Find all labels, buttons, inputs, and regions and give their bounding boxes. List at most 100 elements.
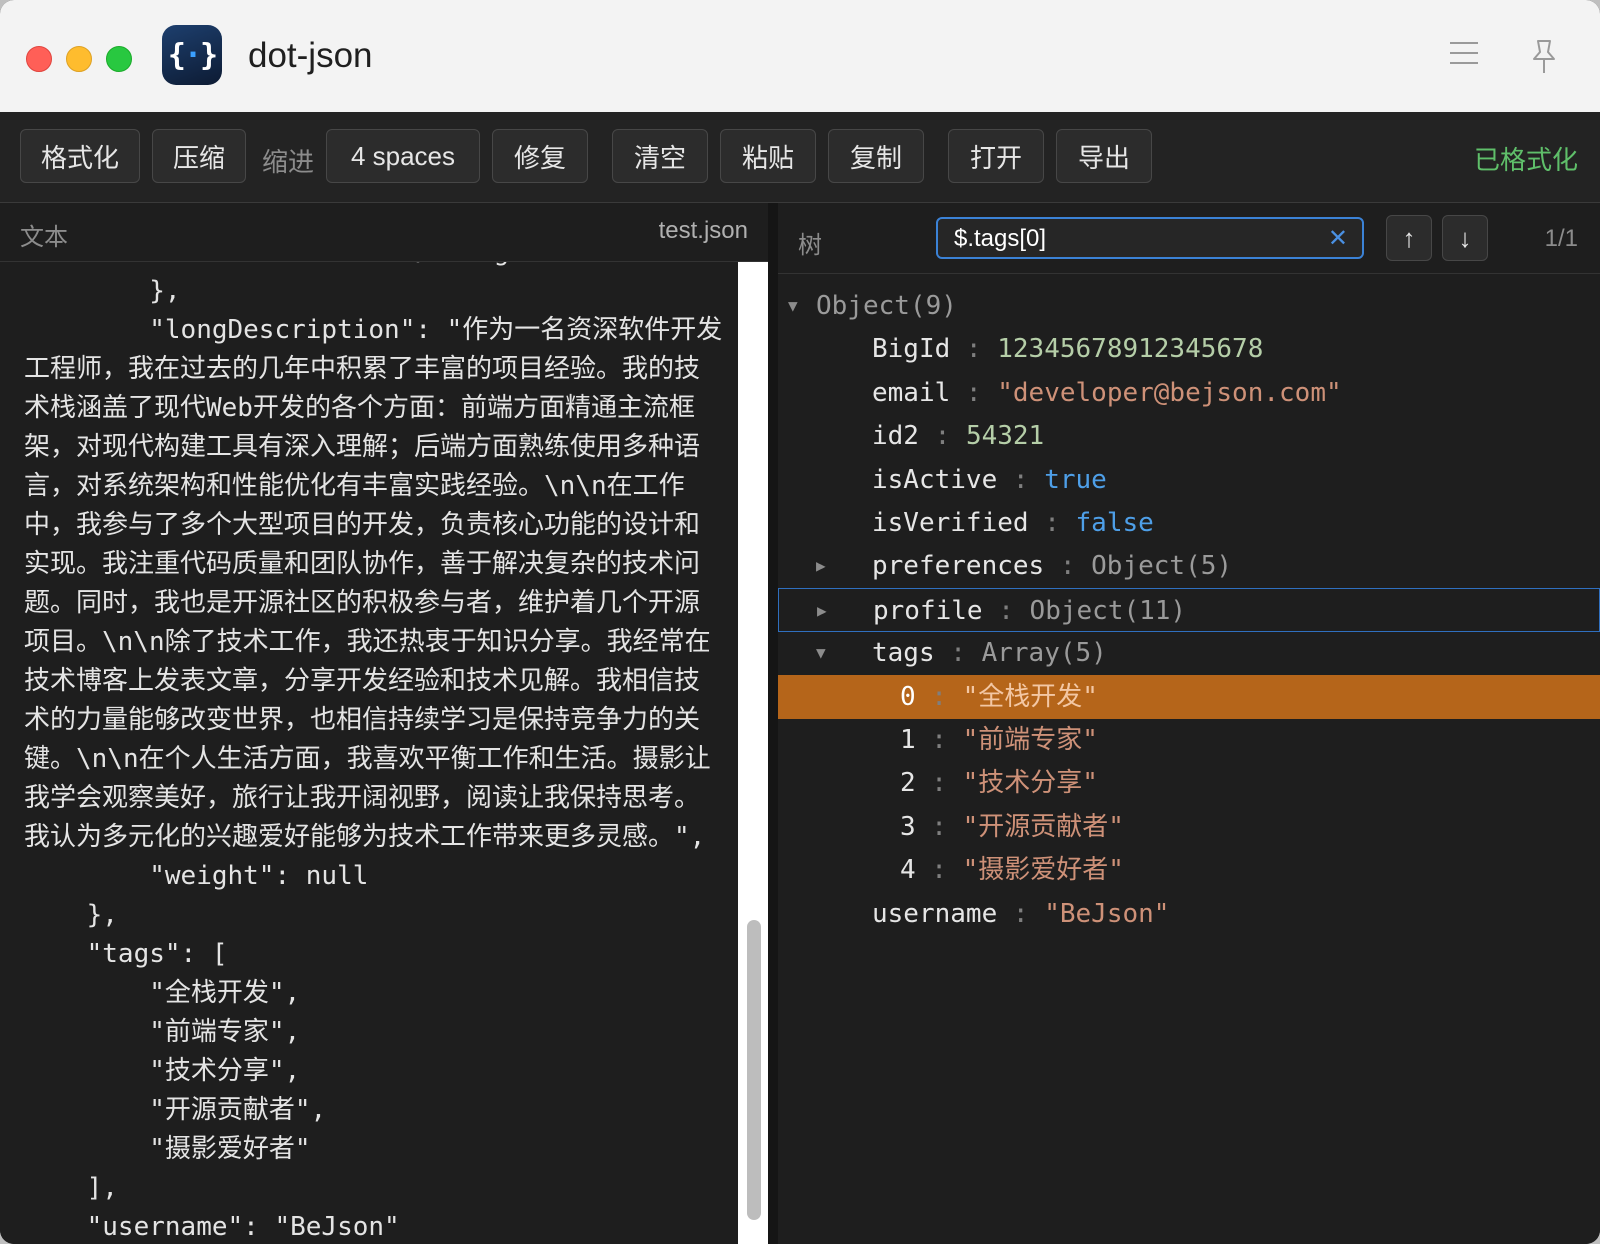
tree-node: 3 : "开源贡献者" [900, 805, 1124, 849]
indent-label: 缩进 [262, 147, 315, 177]
tree-row[interactable]: email : "developer@bejson.com" [778, 371, 1600, 415]
tree-node-value: 54321 [965, 421, 1045, 452]
hamburger-menu-icon[interactable] [1450, 42, 1478, 68]
repair-button[interactable]: 修复 [492, 129, 588, 183]
tree-node: BigId : 12345678912345678 [872, 327, 1263, 371]
key-value-separator: : [997, 464, 1045, 495]
key-value-separator: : [934, 638, 982, 669]
collapse-arrow-icon[interactable]: ▼ [788, 284, 798, 328]
editor-scrollbar-thumb[interactable] [747, 920, 761, 1220]
tree-node: isActive : true [872, 458, 1107, 502]
code-line: "前端专家", [24, 1017, 301, 1047]
tree-node-value: "前端专家" [962, 725, 1098, 755]
compress-button[interactable]: 压缩 [152, 129, 246, 183]
tree-row[interactable]: ▼ tags : Array(5) [778, 631, 1600, 675]
panel-splitter[interactable] [768, 203, 778, 1244]
collapse-arrow-icon[interactable]: ▼ [816, 631, 826, 675]
tree-node-type: Object(9) [816, 291, 957, 321]
export-button[interactable]: 导出 [1056, 129, 1152, 183]
tree-node-value: false [1075, 508, 1154, 538]
path-search-box[interactable]: ✕ [936, 217, 1364, 259]
tree-panel-header: 树 ✕ ↑ ↓ 1/1 [778, 203, 1600, 274]
toolbar: 格式化 压缩 缩进 4 spaces 修复 清空 粘贴 复制 打开 导出 已格式… [0, 112, 1600, 203]
code-line: "timezone": "Asia/Shanghai" [24, 262, 724, 272]
path-search-input[interactable] [952, 223, 1316, 255]
tree-node: 2 : "技术分享" [900, 761, 1098, 805]
expand-arrow-icon[interactable]: ▶ [816, 544, 826, 588]
paste-button[interactable]: 粘贴 [720, 129, 816, 183]
close-icon[interactable]: ✕ [1328, 224, 1348, 253]
tree-row[interactable]: ▶ profile : Object(11) [778, 587, 1600, 633]
tree-node-value: true [1044, 464, 1107, 495]
tree-node-key: BigId [872, 334, 951, 365]
open-button[interactable]: 打开 [948, 129, 1044, 183]
key-value-separator: : [915, 811, 963, 842]
code-line: "全栈开发", [24, 978, 301, 1008]
expand-arrow-icon[interactable]: ▶ [817, 589, 827, 633]
tree-node-key: id2 [872, 421, 919, 452]
editor-scrollbar[interactable] [738, 262, 768, 1244]
copy-button[interactable]: 复制 [828, 129, 924, 183]
app-logo-icon: {·} [162, 25, 222, 85]
tree-node-key: email [872, 377, 951, 408]
key-value-separator: : [915, 681, 963, 712]
tree-node-key: 0 [900, 681, 916, 712]
zoom-window-button[interactable] [106, 46, 132, 72]
key-value-separator: : [997, 898, 1045, 929]
prev-match-button[interactable]: ↑ [1386, 215, 1432, 261]
tree-row[interactable]: 3 : "开源贡献者" [778, 805, 1600, 849]
tree-row[interactable]: id2 : 54321 [778, 414, 1600, 458]
tree-row[interactable]: ▼ Object(9) [778, 284, 1600, 328]
tree-row[interactable]: 4 : "摄影爱好者" [778, 848, 1600, 892]
code-line: }, [24, 900, 118, 930]
tree-row[interactable]: ▶ preferences : Object(5) [778, 544, 1600, 588]
tree-node-value: Array(5) [981, 638, 1107, 669]
tree-node: 0 : "全栈开发" [900, 675, 1098, 719]
text-panel-header: 文本 test.json [0, 203, 776, 262]
tree-node-key: 2 [900, 768, 916, 799]
match-count: 1/1 [1544, 225, 1578, 252]
key-value-separator: : [918, 421, 966, 452]
code-content[interactable]: "timezone": "Asia/Shanghai" }, "longDesc… [24, 262, 724, 1244]
tree-node: profile : Object(11) [873, 589, 1186, 633]
code-line: "username": "BeJson" [24, 1212, 400, 1242]
key-value-separator: : [1044, 551, 1092, 582]
tree-panel: 树 ✕ ↑ ↓ 1/1 ▼ Object(9) BigId : 1234567891… [778, 203, 1600, 1244]
tree-row[interactable]: 2 : "技术分享" [778, 761, 1600, 805]
close-window-button[interactable] [26, 46, 52, 72]
tree-row[interactable]: isActive : true [778, 458, 1600, 502]
tree-row[interactable]: username : "BeJson" [778, 892, 1600, 936]
tree-row[interactable]: 1 : "前端专家" [778, 718, 1600, 762]
tree-node: email : "developer@bejson.com" [872, 371, 1342, 415]
tree-node-value: "全栈开发" [962, 681, 1098, 712]
tree-node-key: preferences [872, 551, 1045, 582]
indent-select[interactable]: 4 spaces [326, 129, 480, 183]
tree-row[interactable]: 0 : "全栈开发" [778, 674, 1600, 719]
clear-button[interactable]: 清空 [612, 129, 708, 183]
tree-node-value: "摄影爱好者" [962, 855, 1124, 886]
tree-node-value: 12345678912345678 [997, 334, 1264, 365]
key-value-separator: : [982, 595, 1030, 626]
code-line: "tags": [ [24, 939, 228, 969]
tree-node: 4 : "摄影爱好者" [900, 848, 1124, 892]
tree-node: isVerified : false [872, 501, 1154, 545]
tree-row[interactable]: BigId : 12345678912345678 [778, 327, 1600, 371]
tree-node-key: isActive [872, 464, 998, 495]
key-value-separator: : [915, 725, 963, 755]
tree-node: preferences : Object(5) [872, 544, 1232, 588]
key-value-separator: : [950, 377, 998, 408]
key-value-separator: : [915, 768, 963, 799]
tree-node: id2 : 54321 [872, 414, 1044, 458]
code-line: }, [24, 276, 181, 306]
tree-node: tags : Array(5) [872, 631, 1107, 675]
tree-node: username : "BeJson" [872, 892, 1169, 936]
format-button[interactable]: 格式化 [20, 129, 140, 183]
next-match-button[interactable]: ↓ [1442, 215, 1488, 261]
tree-row[interactable]: isVerified : false [778, 501, 1600, 545]
tree-node-key: isVerified [872, 508, 1029, 538]
code-line: ], [24, 1173, 118, 1203]
text-editor[interactable]: "timezone": "Asia/Shanghai" }, "longDesc… [0, 262, 738, 1244]
key-value-separator: : [950, 334, 998, 365]
pin-icon[interactable] [1530, 38, 1558, 76]
minimize-window-button[interactable] [66, 46, 92, 72]
